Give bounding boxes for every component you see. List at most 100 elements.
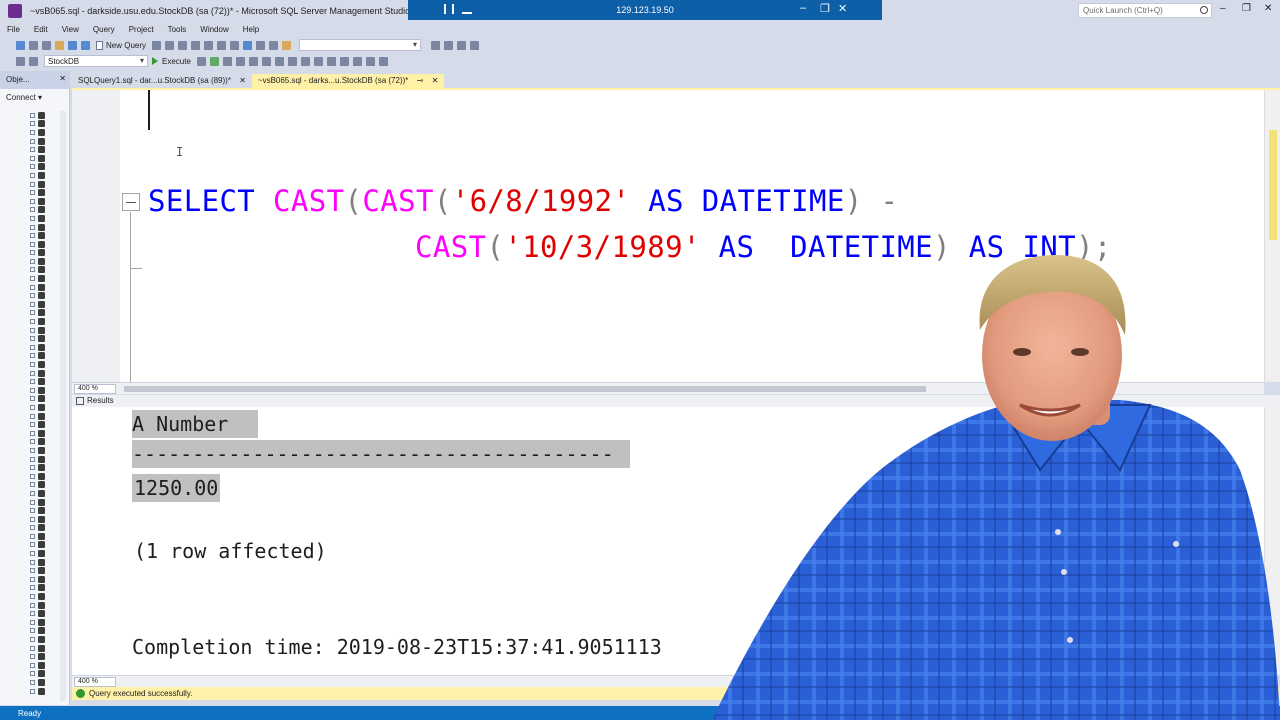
tree-node[interactable] — [30, 266, 64, 275]
expand-icon[interactable] — [30, 387, 35, 393]
parse-icon[interactable] — [209, 56, 219, 66]
menu-query[interactable]: Query — [86, 25, 122, 34]
tree-node[interactable] — [30, 249, 64, 258]
expand-icon[interactable] — [30, 319, 35, 325]
expand-icon[interactable] — [30, 404, 35, 410]
paste-icon[interactable] — [230, 40, 240, 50]
tree-node[interactable] — [30, 257, 64, 266]
navigate-icon[interactable] — [269, 40, 279, 50]
estimated-plan-icon[interactable] — [222, 56, 232, 66]
tree-node[interactable] — [30, 274, 64, 283]
tree-node[interactable] — [30, 369, 64, 378]
tree-node[interactable] — [30, 334, 64, 343]
expand-icon[interactable] — [30, 379, 35, 385]
expand-icon[interactable] — [30, 241, 35, 247]
tree-node[interactable] — [30, 291, 64, 300]
tree-node[interactable] — [30, 352, 64, 361]
expand-icon[interactable] — [30, 585, 35, 591]
tree-node[interactable] — [30, 309, 64, 318]
connect-icon[interactable] — [16, 56, 25, 66]
execute-button[interactable]: Execute — [152, 57, 191, 66]
save-icon[interactable] — [68, 40, 77, 50]
cut-icon[interactable] — [204, 40, 214, 50]
tree-node[interactable] — [30, 154, 64, 163]
tree-node[interactable] — [30, 489, 64, 498]
tree-node[interactable] — [30, 618, 64, 627]
tree-node[interactable] — [30, 481, 64, 490]
expand-icon[interactable] — [30, 293, 35, 299]
solution-config-dropdown[interactable] — [299, 39, 422, 51]
tree-node[interactable] — [30, 206, 64, 215]
tree-node[interactable] — [30, 592, 64, 601]
menu-tools[interactable]: Tools — [161, 25, 194, 34]
expand-icon[interactable] — [30, 301, 35, 307]
tree-node[interactable] — [30, 120, 64, 129]
collapse-icon[interactable] — [122, 193, 140, 211]
expand-icon[interactable] — [30, 482, 35, 488]
expand-icon[interactable] — [30, 172, 35, 178]
expand-icon[interactable] — [30, 533, 35, 539]
decrease-indent-icon[interactable] — [352, 56, 362, 66]
expand-icon[interactable] — [30, 147, 35, 153]
menu-file[interactable]: File — [0, 25, 27, 34]
tree-node[interactable] — [30, 532, 64, 541]
menu-window[interactable]: Window — [193, 25, 235, 34]
copy-icon[interactable] — [217, 40, 227, 50]
expand-icon[interactable] — [30, 542, 35, 548]
expand-icon[interactable] — [30, 654, 35, 660]
expand-icon[interactable] — [30, 508, 35, 514]
expand-icon[interactable] — [30, 430, 35, 436]
tab-results[interactable]: Results — [76, 396, 114, 405]
change-connection-icon[interactable] — [29, 56, 38, 66]
expand-icon[interactable] — [30, 310, 35, 316]
tree-node[interactable] — [30, 223, 64, 232]
expand-icon[interactable] — [30, 422, 35, 428]
expand-icon[interactable] — [30, 473, 35, 479]
expand-icon[interactable] — [30, 121, 35, 127]
expand-icon[interactable] — [30, 490, 35, 496]
tree-node[interactable] — [30, 498, 64, 507]
menu-view[interactable]: View — [55, 25, 86, 34]
pin-icon[interactable]: ⊸ — [417, 76, 424, 85]
expand-icon[interactable] — [30, 250, 35, 256]
tree-node[interactable] — [30, 515, 64, 524]
tree-node[interactable] — [30, 678, 64, 687]
tree-node[interactable] — [30, 438, 64, 447]
tree-node[interactable] — [30, 240, 64, 249]
object-explorer-scrollbar[interactable] — [60, 111, 66, 701]
pin-icon[interactable] — [444, 4, 454, 14]
actual-plan-icon[interactable] — [261, 56, 271, 66]
uncomment-icon[interactable] — [339, 56, 349, 66]
new-query-button[interactable]: New Query — [96, 40, 146, 50]
expand-icon[interactable] — [30, 628, 35, 634]
expand-icon[interactable] — [30, 456, 35, 462]
expand-icon[interactable] — [30, 198, 35, 204]
tree-node[interactable] — [30, 575, 64, 584]
tree-node[interactable] — [30, 163, 64, 172]
expand-icon[interactable] — [30, 516, 35, 522]
forward-icon[interactable] — [29, 40, 38, 50]
intellisense-icon[interactable] — [248, 56, 258, 66]
minimize-icon[interactable]: – — [1220, 3, 1226, 14]
comment-icon[interactable] — [326, 56, 336, 66]
database-selector[interactable]: StockDB — [44, 55, 148, 67]
tab-vsb065[interactable]: ~vsB065.sql - darks...u.StockDB (sa (72)… — [251, 74, 445, 88]
expand-icon[interactable] — [30, 353, 35, 359]
query-options-icon[interactable] — [235, 56, 245, 66]
tree-node[interactable] — [30, 386, 64, 395]
tree-node[interactable] — [30, 377, 64, 386]
editor-vertical-scrollbar[interactable] — [1264, 90, 1280, 382]
redo-icon[interactable] — [256, 40, 266, 50]
tree-node[interactable] — [30, 395, 64, 404]
tree-node[interactable] — [30, 687, 64, 696]
expand-icon[interactable] — [30, 344, 35, 350]
tree-node[interactable] — [30, 446, 64, 455]
connect-button[interactable]: Connect ▾ — [6, 93, 42, 102]
tree-node[interactable] — [30, 180, 64, 189]
query-icon-1[interactable] — [152, 40, 162, 50]
tab-sqlquery1[interactable]: SQLQuery1.sql - dar...u.StockDB (sa (89)… — [72, 74, 252, 88]
back-icon[interactable] — [16, 40, 25, 50]
tree-node[interactable] — [30, 283, 64, 292]
tree-node[interactable] — [30, 472, 64, 481]
results-to-text-icon[interactable] — [287, 56, 297, 66]
